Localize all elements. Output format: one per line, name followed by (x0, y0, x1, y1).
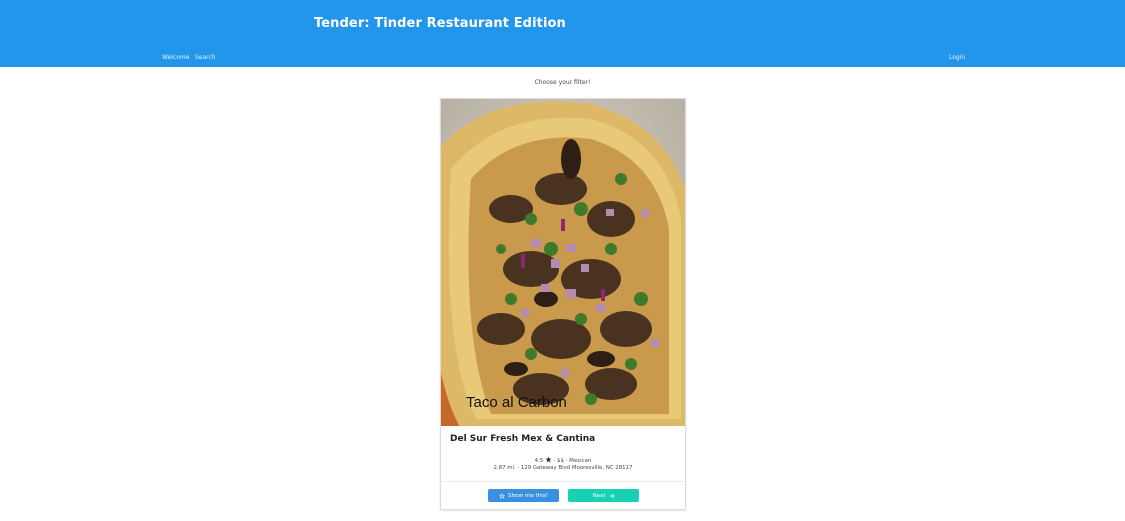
card-footer: Show me this! Next (441, 481, 685, 510)
restaurant-photo: Taco al Carbon (441, 99, 685, 426)
nav-welcome[interactable]: Welcome (162, 54, 189, 61)
header-hero: Tender: Tinder Restaurant Edition Welcom… (0, 0, 1125, 67)
filter-prompt: Choose your filter! (534, 79, 591, 86)
arrow-right-icon (609, 493, 614, 498)
rating-value: 4.5 (534, 458, 544, 464)
show-me-button[interactable]: Show me this! (488, 489, 559, 502)
restaurant-card: Taco al Carbon Del Sur Fresh Mex & Canti… (440, 98, 686, 510)
star-outline-icon (499, 492, 505, 499)
next-label: Next (592, 492, 606, 499)
photo-illustration (441, 99, 685, 426)
restaurant-name: Del Sur Fresh Mex & Cantina (450, 434, 596, 444)
next-button[interactable]: Next (568, 489, 639, 502)
rating-line: 4.5 · $$ · Mexican (441, 456, 685, 464)
distance-address: 2.87 mi. · 129 Gateway Blvd Mooresville,… (493, 465, 633, 471)
photo-caption: Taco al Carbon (466, 394, 567, 411)
star-icon (545, 456, 552, 463)
site-title: Tender: Tinder Restaurant Edition (314, 16, 566, 31)
nav-search[interactable]: Search (195, 54, 216, 61)
price-category: · $$ · Mexican (553, 458, 592, 464)
show-me-label: Show me this! (508, 492, 548, 499)
nav-login[interactable]: Login (949, 54, 965, 61)
